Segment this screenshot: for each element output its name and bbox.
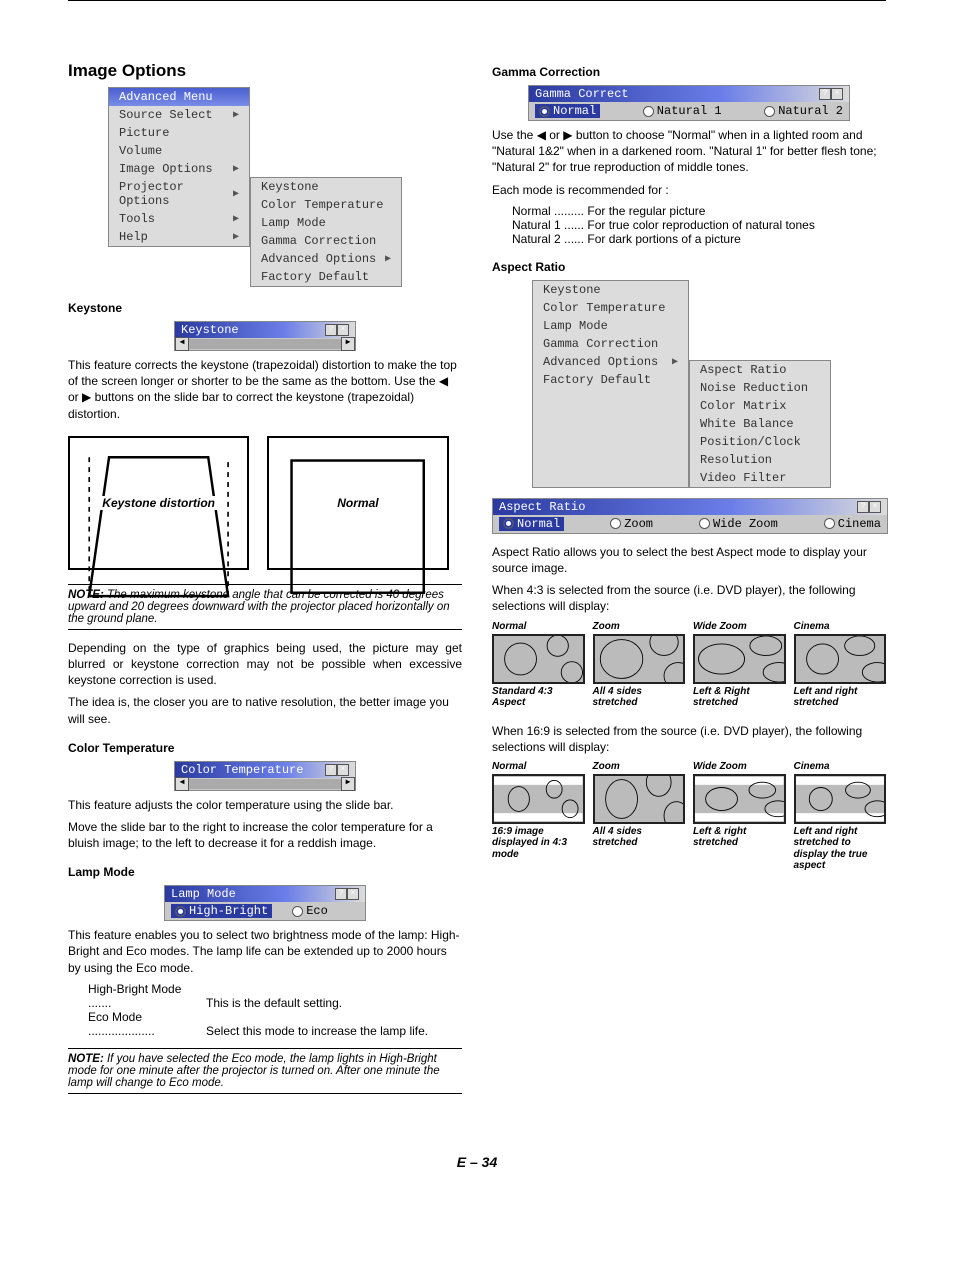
titlebar-buttons[interactable]: ?× [819,88,843,100]
coltemp-dialog: Color Temperature ?× ◀▶ [174,761,356,791]
menu-item[interactable]: Advanced Options▶ [533,353,688,371]
aspect-43-row: NormalStandard 4:3 Aspect ZoomAll 4 side… [492,621,886,709]
menu-item[interactable]: White Balance [690,415,830,433]
radio-high-bright[interactable]: High-Bright [171,904,272,918]
menu-item[interactable]: Source Select▶ [109,106,249,124]
gamma-desc: Use the ◀ or ▶ button to choose "Normal"… [492,127,886,176]
menu-item[interactable]: Help▶ [109,228,249,246]
submenu-item[interactable]: Factory Default [251,268,401,286]
aspect-169-row: Normal16:9 image displayed in 4:3 mode Z… [492,761,886,872]
submenu-item[interactable]: Color Temperature [251,196,401,214]
keystone-p2: Depending on the type of graphics being … [68,640,462,689]
page-number: E – 34 [0,1154,954,1170]
menu-item[interactable]: Color Matrix [690,397,830,415]
lamp-mode-list: High-Bright Mode .......This is the defa… [88,982,462,1038]
advanced-menu-diagram: Advanced Menu Source Select▶ Picture Vol… [108,87,462,287]
menu-item[interactable]: Position/Clock [690,433,830,451]
aspect-dialog: Aspect Ratio ?× Normal Zoom Wide Zoom Cin… [492,498,888,534]
keystone-desc: This feature corrects the keystone (trap… [68,357,462,422]
keystone-heading: Keystone [68,301,462,315]
lamp-desc: This feature enables you to select two b… [68,927,462,976]
aspect-menu-diagram: Keystone Color Temperature Lamp Mode Gam… [532,280,886,488]
gamma-desc2: Each mode is recommended for : [492,182,886,198]
aspect-heading: Aspect Ratio [492,260,886,274]
titlebar-buttons[interactable]: ?× [325,324,349,336]
submenu-item[interactable]: Gamma Correction [251,232,401,250]
radio-normal[interactable]: Normal [535,104,600,118]
dialog-title: Color Temperature [181,763,303,777]
radio-natural1[interactable]: Natural 1 [643,104,722,118]
radio-widezoom[interactable]: Wide Zoom [699,517,778,531]
dialog-title: Keystone [181,323,239,337]
radio-eco[interactable]: Eco [292,904,328,918]
slider[interactable]: ◀▶ [175,338,355,350]
coltemp-heading: Color Temperature [68,741,462,755]
gamma-heading: Gamma Correction [492,65,886,79]
menu-item[interactable]: Video Filter [690,469,830,487]
submenu-item[interactable]: Keystone [251,178,401,196]
coltemp-desc: This feature adjusts the color temperatu… [68,797,462,813]
menu-item[interactable]: Factory Default [533,371,688,389]
submenu-item[interactable]: Lamp Mode [251,214,401,232]
radio-cinema[interactable]: Cinema [824,517,881,531]
menu-item[interactable]: Aspect Ratio [690,361,830,379]
dialog-title: Aspect Ratio [499,500,585,514]
radio-normal[interactable]: Normal [499,517,564,531]
gamma-dialog: Gamma Correct ?× Normal Natural 1 Natural… [528,85,850,121]
lamp-note: NOTE: If you have selected the Eco mode,… [68,1048,462,1094]
menu-item[interactable]: Tools▶ [109,210,249,228]
section-title: Image Options [68,61,462,81]
radio-natural2[interactable]: Natural 2 [764,104,843,118]
menu-item[interactable]: Image Options▶ [109,160,249,178]
menu-item[interactable]: Lamp Mode [533,317,688,335]
submenu-item[interactable]: Advanced Options▶ [251,250,401,268]
menu-item[interactable]: Volume [109,142,249,160]
menu-item[interactable]: Projector Options▶ [109,178,249,210]
dialog-title: Lamp Mode [171,887,236,901]
dialog-title: Gamma Correct [535,87,629,101]
keystone-normal-diagram: Normal [267,436,448,570]
menu-item[interactable]: Noise Reduction [690,379,830,397]
lamp-heading: Lamp Mode [68,865,462,879]
titlebar-buttons[interactable]: ?× [335,888,359,900]
titlebar-buttons[interactable]: ?× [325,764,349,776]
menu-item[interactable]: Resolution [690,451,830,469]
menu-item[interactable]: Gamma Correction [533,335,688,353]
keystone-dialog: Keystone ?× ◀▶ [174,321,356,351]
titlebar-buttons[interactable]: ?× [857,501,881,513]
radio-zoom[interactable]: Zoom [610,517,653,531]
keystone-distortion-diagram: Keystone distortion [68,436,249,570]
menu-item[interactable]: Picture [109,124,249,142]
keystone-p3: The idea is, the closer you are to nativ… [68,694,462,726]
aspect-p2: When 4:3 is selected from the source (i.… [492,582,886,614]
aspect-p3: When 16:9 is selected from the source (i… [492,723,886,755]
slider[interactable]: ◀▶ [175,778,355,790]
lamp-dialog: Lamp Mode ?× High-Bright Eco [164,885,366,921]
aspect-p1: Aspect Ratio allows you to select the be… [492,544,886,576]
menu-item[interactable]: Color Temperature [533,299,688,317]
menu-item[interactable]: Advanced Menu [109,88,249,106]
gamma-mode-list: Normal ......... For the regular picture… [512,204,886,246]
menu-item[interactable]: Keystone [533,281,688,299]
coltemp-p2: Move the slide bar to the right to incre… [68,819,462,851]
